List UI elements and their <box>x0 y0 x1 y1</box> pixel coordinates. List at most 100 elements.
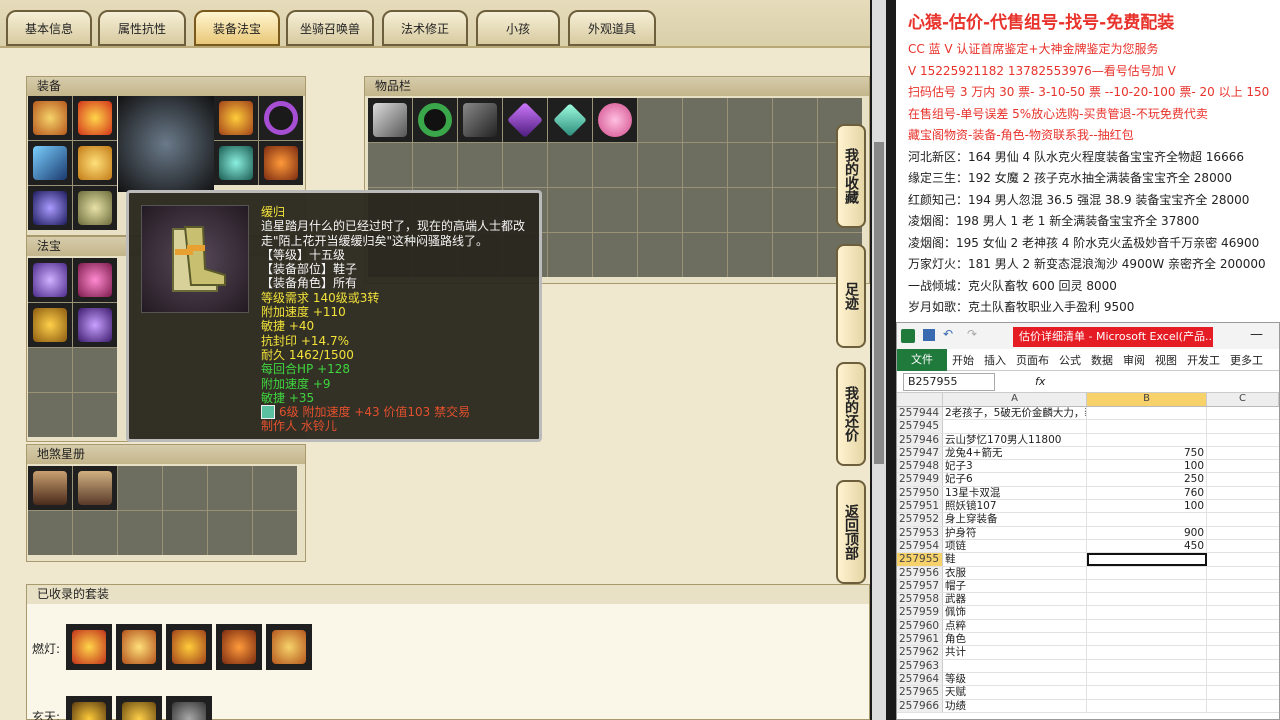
ribbon-tab[interactable]: 页面布 <box>1011 352 1054 368</box>
minimize-icon[interactable]: — <box>1250 327 1263 342</box>
equip-slot[interactable] <box>214 96 258 140</box>
cell-a[interactable]: 鞋 <box>943 553 1087 566</box>
equip-slot[interactable] <box>28 141 72 185</box>
cell-b[interactable]: 250 <box>1087 473 1207 486</box>
inventory-slot[interactable] <box>413 143 457 187</box>
inventory-slot[interactable] <box>728 98 772 142</box>
cell-c[interactable] <box>1207 606 1279 618</box>
cell-b[interactable] <box>1087 513 1207 526</box>
equip-slot[interactable] <box>259 96 303 140</box>
row-number[interactable]: 257946 <box>897 433 943 446</box>
inventory-slot[interactable] <box>773 233 817 277</box>
beast-slot[interactable] <box>73 466 117 510</box>
cell-b[interactable]: 760 <box>1087 486 1207 500</box>
beast-slot[interactable] <box>208 466 252 510</box>
cell-b[interactable] <box>1087 553 1207 566</box>
ribbon-tab[interactable]: 文件 <box>897 348 947 371</box>
tab-equipment[interactable]: 装备法宝 <box>194 10 280 46</box>
cell-b[interactable] <box>1087 593 1207 606</box>
treasure-slot[interactable] <box>73 348 117 392</box>
inventory-slot[interactable] <box>773 143 817 187</box>
set-item[interactable] <box>66 624 112 670</box>
set-item[interactable] <box>166 696 212 720</box>
row-number[interactable]: 257955 <box>897 553 943 566</box>
cell-a[interactable]: 武器 <box>943 593 1087 606</box>
treasure-slot[interactable] <box>28 303 72 347</box>
beast-slot[interactable] <box>28 511 72 555</box>
treasure-slot[interactable] <box>73 258 117 302</box>
row-number[interactable]: 257956 <box>897 566 943 579</box>
cell-a[interactable]: 点粹 <box>943 619 1087 633</box>
set-item[interactable] <box>166 624 212 670</box>
cell-b[interactable] <box>1087 420 1207 433</box>
cell-a[interactable]: 佩饰 <box>943 606 1087 619</box>
inventory-slot[interactable] <box>638 233 682 277</box>
beast-slot[interactable] <box>28 466 72 510</box>
inventory-slot[interactable] <box>728 143 772 187</box>
inventory-slot[interactable] <box>683 233 727 277</box>
tab-basic-info[interactable]: 基本信息 <box>6 10 92 46</box>
cell-b[interactable] <box>1087 407 1207 420</box>
ribbon-tab[interactable]: 插入 <box>979 352 1011 368</box>
inventory-slot[interactable] <box>638 188 682 232</box>
cell-c[interactable] <box>1207 686 1279 698</box>
cell-a[interactable]: 身上穿装备 <box>943 513 1087 526</box>
equip-slot[interactable] <box>73 186 117 230</box>
cell-c[interactable] <box>1207 633 1279 645</box>
inventory-slot[interactable] <box>593 188 637 232</box>
treasure-slot[interactable] <box>28 348 72 392</box>
column-header[interactable]: A <box>943 393 1087 406</box>
cell-c[interactable] <box>1207 447 1279 459</box>
cell-c[interactable] <box>1207 553 1279 565</box>
cell-a[interactable]: 妃子3 <box>943 460 1087 473</box>
set-item[interactable] <box>266 624 312 670</box>
cell-a[interactable]: 天赋 <box>943 686 1087 699</box>
tab-children[interactable]: 小孩 <box>476 10 560 46</box>
inventory-slot[interactable] <box>593 233 637 277</box>
treasure-slot[interactable] <box>28 393 72 437</box>
save-icon[interactable] <box>923 329 935 341</box>
row-number[interactable]: 257958 <box>897 593 943 606</box>
row-number[interactable]: 257959 <box>897 606 943 619</box>
cell-c[interactable] <box>1207 646 1279 658</box>
row-number[interactable]: 257950 <box>897 486 943 500</box>
equip-slot[interactable] <box>214 141 258 185</box>
row-number[interactable]: 257945 <box>897 420 943 433</box>
equip-slot[interactable] <box>28 186 72 230</box>
inventory-slot[interactable] <box>728 188 772 232</box>
inventory-slot[interactable] <box>548 143 592 187</box>
equip-slot[interactable] <box>73 141 117 185</box>
row-number[interactable]: 257953 <box>897 526 943 539</box>
ribbon-tab[interactable]: 视图 <box>1150 352 1182 368</box>
row-number[interactable]: 257957 <box>897 579 943 593</box>
ribbon-tab[interactable]: 公式 <box>1054 352 1086 368</box>
row-number[interactable]: 257960 <box>897 619 943 633</box>
cell-c[interactable] <box>1207 513 1279 525</box>
bargain-button[interactable]: 我的还价 <box>836 362 866 466</box>
inventory-slot[interactable] <box>773 98 817 142</box>
cell-a[interactable]: 共计 <box>943 646 1087 659</box>
cell-a[interactable]: 云山梦忆170男人11800 <box>943 433 1087 446</box>
cell-b[interactable] <box>1087 699 1207 712</box>
cell-b[interactable] <box>1087 619 1207 633</box>
set-item[interactable] <box>116 696 162 720</box>
scrollbar-thumb[interactable] <box>874 142 884 464</box>
redo-icon[interactable]: ↷ <box>967 327 977 341</box>
inventory-slot[interactable] <box>368 98 412 142</box>
cell-c[interactable] <box>1207 460 1279 472</box>
inventory-slot[interactable] <box>728 233 772 277</box>
cell-b[interactable]: 450 <box>1087 539 1207 553</box>
cell-b[interactable] <box>1087 606 1207 619</box>
cell-b[interactable] <box>1087 646 1207 659</box>
cell-a[interactable]: 妃子6 <box>943 473 1087 486</box>
set-item[interactable] <box>66 696 112 720</box>
cell-b[interactable] <box>1087 579 1207 593</box>
cell-c[interactable] <box>1207 700 1279 712</box>
inventory-slot[interactable] <box>773 188 817 232</box>
cell-c[interactable] <box>1207 420 1279 432</box>
favorite-button[interactable]: 我的收藏 <box>836 124 866 228</box>
row-number[interactable]: 257965 <box>897 686 943 699</box>
ribbon-tab[interactable]: 更多工 <box>1225 352 1268 368</box>
ribbon-tab[interactable]: 审阅 <box>1118 352 1150 368</box>
beast-slot[interactable] <box>163 511 207 555</box>
